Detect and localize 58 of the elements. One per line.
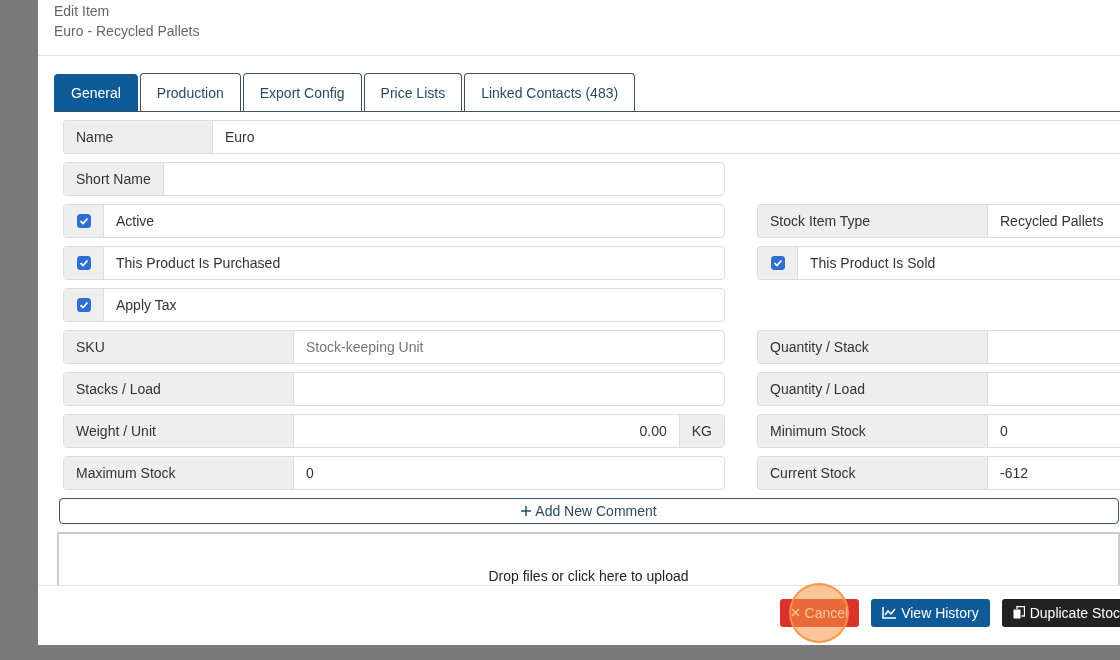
tab[interactable]: Production — [139, 73, 241, 111]
tab[interactable]: General — [54, 74, 138, 111]
dropzone-text: Drop files or click here to upload — [488, 568, 689, 584]
checkbox[interactable] — [76, 298, 91, 312]
field-value: -612 — [1000, 465, 1029, 481]
field-label: Stock Item Type — [770, 213, 871, 229]
field-value: 0 — [306, 465, 314, 481]
check-icon — [772, 258, 783, 268]
unit-label: KG — [691, 423, 712, 439]
checkbox[interactable] — [76, 256, 91, 270]
field-label: Short Name — [76, 171, 151, 187]
checkbox-label: Active — [116, 213, 155, 229]
close-icon — [790, 608, 800, 617]
tab[interactable]: Export Config — [242, 73, 362, 111]
field-value: Recycled Pallets — [1000, 213, 1104, 229]
check-icon — [78, 258, 89, 268]
file-dropzone[interactable]: Drop files or click here to upload — [57, 532, 1120, 585]
field-label: Minimum Stock — [770, 423, 866, 439]
field-value: Euro — [225, 129, 255, 145]
plus-icon — [521, 506, 532, 516]
duplicate-button[interactable]: Duplicate Stoc — [1001, 598, 1120, 627]
field-label: Quantity / Stack — [770, 339, 869, 355]
field-placeholder: Stock-keeping Unit — [306, 339, 424, 355]
field-label: Name — [76, 129, 114, 145]
text-field[interactable]: Quantity / Load — [757, 372, 1120, 406]
field-value: 0.00 — [639, 423, 667, 439]
text-field[interactable]: Short Name — [63, 162, 725, 196]
field-label: SKU — [76, 339, 105, 355]
checkbox[interactable] — [76, 214, 91, 228]
dialog-title: Edit Item — [54, 2, 110, 21]
checkbox[interactable] — [770, 256, 785, 270]
add-comment-button[interactable]: Add New Comment — [59, 498, 1119, 524]
checkbox-label: This Product Is Sold — [810, 255, 936, 271]
field-label: Stacks / Load — [76, 381, 161, 397]
field-value: 0 — [1000, 423, 1008, 439]
text-field[interactable]: SKU Stock-keeping Unit — [63, 330, 725, 364]
tab[interactable]: Linked Contacts (483) — [464, 73, 636, 111]
check-icon — [78, 300, 89, 310]
text-field[interactable]: Name Euro — [63, 120, 1120, 154]
text-field[interactable]: Current Stock -612 — [757, 456, 1120, 490]
text-field[interactable]: Minimum Stock 0 — [757, 414, 1120, 448]
field-label: Weight / Unit — [76, 423, 156, 439]
copy-icon — [1012, 606, 1025, 619]
text-field[interactable]: Maximum Stock 0 — [63, 456, 725, 490]
checkbox-label: Apply Tax — [116, 297, 177, 313]
field-label: Maximum Stock — [76, 465, 176, 481]
line-chart-icon — [882, 606, 897, 619]
field-label: Quantity / Load — [770, 381, 865, 397]
field-label: Current Stock — [770, 465, 856, 481]
dialog-subtitle: Euro - Recycled Pallets — [54, 22, 200, 41]
text-field[interactable]: Quantity / Stack — [757, 330, 1120, 364]
checkbox-label: This Product Is Purchased — [116, 255, 281, 271]
text-field[interactable]: Stock Item Type Recycled Pallets — [757, 204, 1120, 238]
text-field[interactable]: Stacks / Load — [63, 372, 725, 406]
text-field[interactable]: Weight / Unit 0.00 KG — [63, 414, 725, 448]
check-icon — [78, 216, 89, 226]
history-button[interactable]: View History — [871, 598, 990, 627]
tab[interactable]: Price Lists — [363, 73, 463, 111]
